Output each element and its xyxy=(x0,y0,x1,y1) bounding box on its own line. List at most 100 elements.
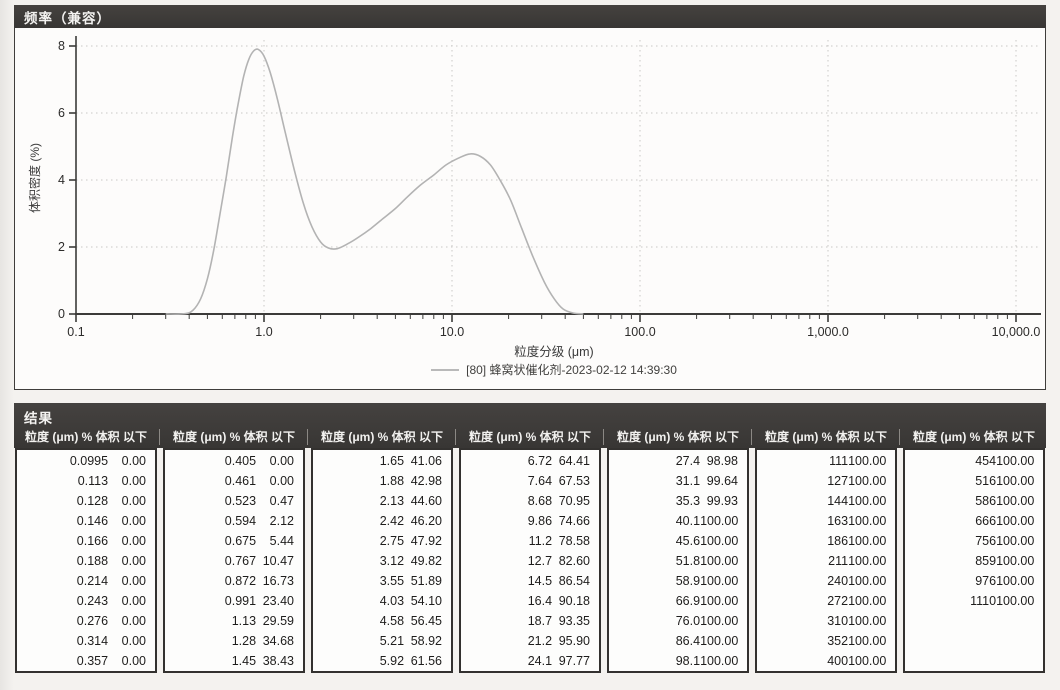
table-row: 2.7547.92 xyxy=(313,531,451,551)
size-value-cell: 0.128 xyxy=(17,491,108,511)
size-value-cell: 186 xyxy=(757,531,848,551)
size-value-cell: 859 xyxy=(905,551,996,571)
column-header-pct: % 体积 以下 xyxy=(674,428,739,445)
table-row: 976100.00 xyxy=(905,571,1043,591)
frequency-chart-canvas: 0.11.010.0100.01,000.010,000.002468体积密度 … xyxy=(15,28,1045,390)
size-value-cell: 0.405 xyxy=(165,451,256,471)
percent-below-cell: 100.00 xyxy=(848,451,895,471)
percent-below-cell: 100.00 xyxy=(848,511,895,531)
size-value-cell: 5.21 xyxy=(313,631,404,651)
results-column-group-header: 粒度 (μm)% 体积 以下 xyxy=(15,427,157,448)
percent-below-cell: 100.00 xyxy=(700,551,747,571)
y-tick-label: 0 xyxy=(58,307,65,321)
column-header-size: 粒度 (μm) xyxy=(617,428,670,445)
size-value-cell: 163 xyxy=(757,511,848,531)
table-row: 66.9100.00 xyxy=(609,591,747,611)
table-row: 0.5942.12 xyxy=(165,511,303,531)
table-row: 163100.00 xyxy=(757,511,895,531)
table-row: 310100.00 xyxy=(757,611,895,631)
results-column-group: 454100.00516100.00586100.00666100.007561… xyxy=(903,448,1045,673)
table-row: 0.1880.00 xyxy=(17,551,155,571)
column-header-size: 粒度 (μm) xyxy=(469,428,522,445)
percent-below-cell: 100.00 xyxy=(848,551,895,571)
percent-below-cell: 100.00 xyxy=(996,511,1043,531)
percent-below-cell: 100.00 xyxy=(996,571,1043,591)
table-row: 21.295.90 xyxy=(461,631,599,651)
table-row: 0.99123.40 xyxy=(165,591,303,611)
size-value-cell: 211 xyxy=(757,551,848,571)
size-value-cell: 0.594 xyxy=(165,511,256,531)
table-row: 5.2158.92 xyxy=(313,631,451,651)
percent-below-cell: 51.89 xyxy=(404,571,451,591)
column-header-pct: % 体积 以下 xyxy=(230,428,295,445)
percent-below-cell: 90.18 xyxy=(552,591,599,611)
size-value-cell: 516 xyxy=(905,471,996,491)
size-value-cell: 4.58 xyxy=(313,611,404,631)
size-value-cell: 0.357 xyxy=(17,651,108,671)
percent-below-cell: 10.47 xyxy=(256,551,303,571)
table-row: 0.2760.00 xyxy=(17,611,155,631)
table-row: 240100.00 xyxy=(757,571,895,591)
size-value-cell: 0.166 xyxy=(17,531,108,551)
table-row: 1.6541.06 xyxy=(313,451,451,471)
results-column-group-header: 粒度 (μm)% 体积 以下 xyxy=(755,427,897,448)
size-value-cell: 0.188 xyxy=(17,551,108,571)
table-row: 7.6467.53 xyxy=(461,471,599,491)
size-value-cell: 0.146 xyxy=(17,511,108,531)
table-row: 1.2834.68 xyxy=(165,631,303,651)
column-header-size: 粒度 (μm) xyxy=(765,428,818,445)
size-value-cell: 51.8 xyxy=(609,551,700,571)
table-row: 1.4538.43 xyxy=(165,651,303,671)
size-value-cell: 0.214 xyxy=(17,571,108,591)
table-row: 31.199.64 xyxy=(609,471,747,491)
size-value-cell: 2.42 xyxy=(313,511,404,531)
percent-below-cell: 0.00 xyxy=(108,471,155,491)
percent-below-cell: 100.00 xyxy=(996,491,1043,511)
column-header-pct: % 体积 以下 xyxy=(526,428,591,445)
x-tick-label: 1,000.0 xyxy=(807,325,849,339)
x-axis-title: 粒度分级 (μm) xyxy=(15,341,1045,360)
table-row: 586100.00 xyxy=(905,491,1043,511)
percent-below-cell: 0.00 xyxy=(108,611,155,631)
percent-below-cell: 70.95 xyxy=(552,491,599,511)
y-tick-label: 2 xyxy=(58,240,65,254)
size-value-cell: 21.2 xyxy=(461,631,552,651)
table-row: 0.5230.47 xyxy=(165,491,303,511)
results-column-group-header: 粒度 (μm)% 体积 以下 xyxy=(903,427,1045,448)
table-row: 111100.00 xyxy=(757,451,895,471)
table-row: 3.1249.82 xyxy=(313,551,451,571)
size-value-cell: 240 xyxy=(757,571,848,591)
size-value-cell: 1.45 xyxy=(165,651,256,671)
percent-below-cell: 100.00 xyxy=(700,531,747,551)
column-header-size: 粒度 (μm) xyxy=(173,428,226,445)
table-row: 756100.00 xyxy=(905,531,1043,551)
size-value-cell: 66.9 xyxy=(609,591,700,611)
size-value-cell: 0.991 xyxy=(165,591,256,611)
table-row: 516100.00 xyxy=(905,471,1043,491)
results-title: 结果 xyxy=(24,407,53,427)
size-value-cell: 18.7 xyxy=(461,611,552,631)
table-row: 5.9261.56 xyxy=(313,651,451,671)
size-value-cell: 0.461 xyxy=(165,471,256,491)
frequency-panel-title: 频率（兼容） xyxy=(24,7,111,27)
percent-below-cell: 0.00 xyxy=(108,491,155,511)
table-row: 11.278.58 xyxy=(461,531,599,551)
table-row: 45.6100.00 xyxy=(609,531,747,551)
percent-below-cell: 100.00 xyxy=(700,611,747,631)
percent-below-cell: 34.68 xyxy=(256,631,303,651)
size-value-cell: 1.65 xyxy=(313,451,404,471)
size-value-cell: 756 xyxy=(905,531,996,551)
results-column-group: 111100.00127100.00144100.00163100.001861… xyxy=(755,448,897,673)
table-row: 400100.00 xyxy=(757,651,895,671)
column-header-size: 粒度 (μm) xyxy=(321,428,374,445)
percent-below-cell: 82.60 xyxy=(552,551,599,571)
size-value-cell: 310 xyxy=(757,611,848,631)
size-value-cell: 454 xyxy=(905,451,996,471)
table-row: 859100.00 xyxy=(905,551,1043,571)
column-header-size: 粒度 (μm) xyxy=(25,428,78,445)
percent-below-cell: 2.12 xyxy=(256,511,303,531)
percent-below-cell: 56.45 xyxy=(404,611,451,631)
results-panel: 结果 粒度 (μm)% 体积 以下粒度 (μm)% 体积 以下粒度 (μm)% … xyxy=(14,403,1046,669)
size-value-cell: 16.4 xyxy=(461,591,552,611)
size-value-cell: 35.3 xyxy=(609,491,700,511)
